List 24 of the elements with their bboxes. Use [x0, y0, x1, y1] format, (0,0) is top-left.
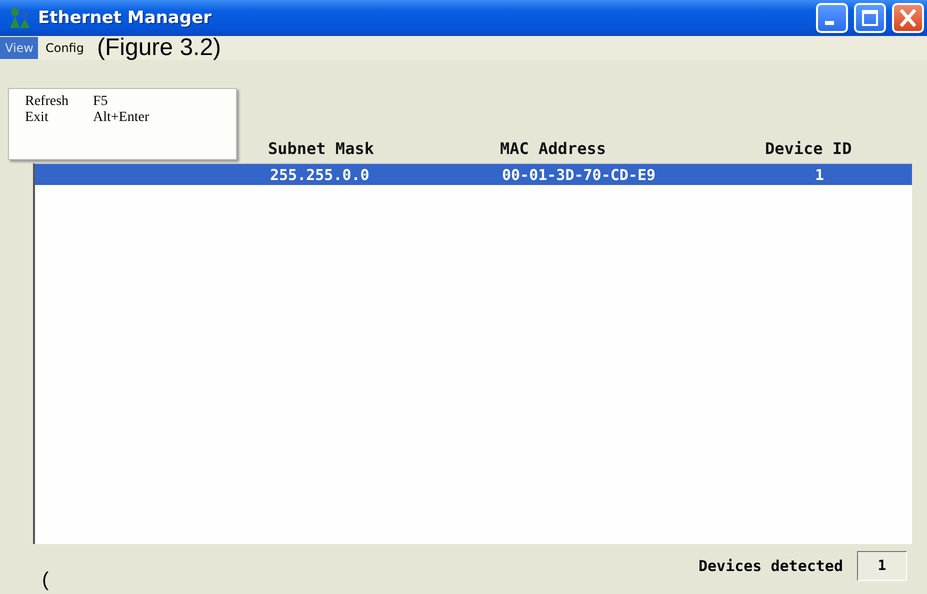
minimize-button[interactable]	[816, 3, 848, 33]
device-count-field: 1	[857, 551, 907, 581]
menu-option-label: Exit	[25, 110, 50, 126]
window-title: Ethernet Manager	[38, 8, 212, 28]
menu-option[interactable]: Exit Alt+Enter	[25, 110, 236, 126]
table-cell-text: 00-01-3D-70-CD-E9	[502, 164, 657, 185]
shortcut-label: F5	[93, 94, 109, 110]
app-icon	[10, 8, 30, 28]
caption-fragment: (	[42, 568, 49, 592]
figure-caption: (Figure 3.2)	[97, 36, 222, 60]
maximize-button[interactable]	[854, 3, 886, 33]
table-cell-text: 1	[814, 164, 826, 185]
menu-item[interactable]: Config	[40, 37, 89, 59]
status-label: Devices detected	[698, 557, 843, 575]
menu-option-label: Refresh	[25, 94, 70, 110]
menu-item[interactable]: View	[0, 37, 38, 59]
column-header[interactable]: MAC Address	[500, 133, 765, 163]
table-row[interactable]	[35, 164, 912, 185]
shortcut-label: Alt+Enter	[93, 110, 150, 126]
column-header[interactable]: Subnet Mask	[268, 133, 500, 163]
close-button[interactable]	[892, 3, 924, 33]
table-cell-text: 255.255.0.0	[270, 164, 370, 185]
column-header[interactable]: Device ID	[765, 133, 912, 163]
menu-option[interactable]: Refresh F5	[25, 94, 236, 110]
